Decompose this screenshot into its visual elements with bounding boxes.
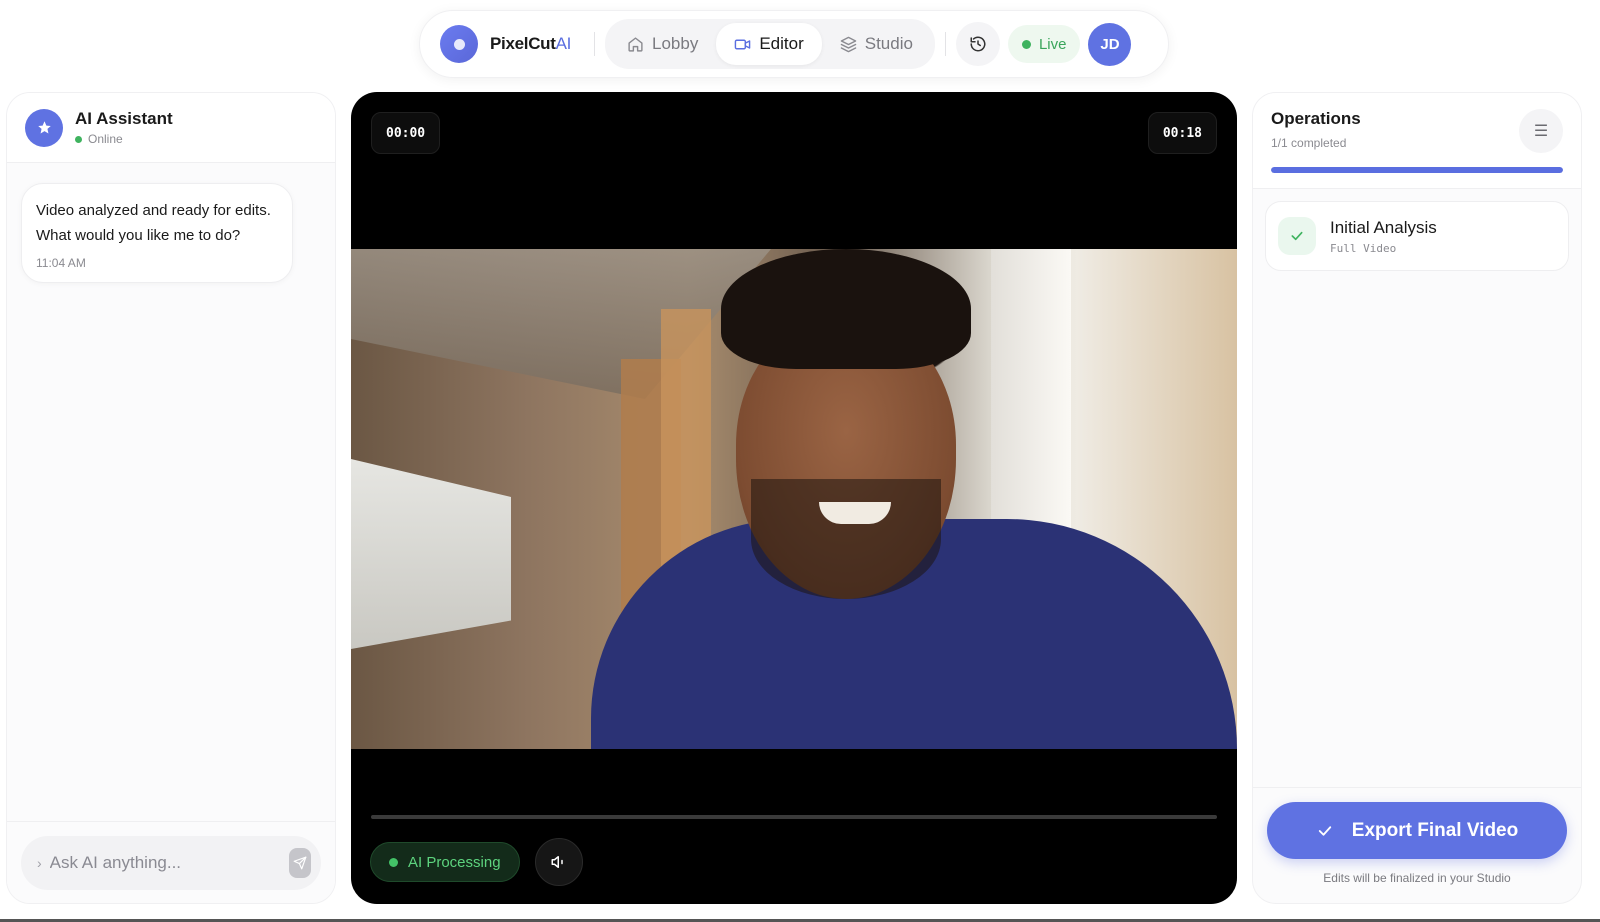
tab-studio[interactable]: Studio: [822, 23, 931, 65]
nav-divider: [594, 32, 595, 56]
playback-progress-bar[interactable]: [371, 815, 1217, 819]
send-icon: [293, 856, 307, 870]
tab-editor[interactable]: Editor: [716, 23, 822, 65]
check-icon: [1278, 217, 1316, 255]
check-icon: [1318, 825, 1331, 836]
operations-menu-button[interactable]: ☰: [1519, 109, 1563, 153]
brand-name: PixelCutAI: [490, 34, 572, 53]
live-dot-icon: [1021, 39, 1031, 49]
export-area: Export Final Video Edits will be finaliz…: [1253, 787, 1581, 903]
tab-lobby-label: Lobby: [652, 34, 699, 53]
assistant-status-label: Online: [88, 132, 123, 146]
operations-panel: Operations 1/1 completed ☰ Initial Analy…: [1252, 92, 1582, 904]
assistant-panel: AI Assistant Online Video analyzed and r…: [6, 92, 336, 904]
chat-input-box: ›: [21, 836, 321, 890]
chat-message: Video analyzed and ready for edits. What…: [21, 183, 293, 283]
video-scene-hair: [721, 249, 971, 369]
send-button[interactable]: [289, 848, 311, 878]
star-icon: [25, 108, 63, 147]
assistant-header: AI Assistant Online: [7, 93, 335, 163]
video-scene-beard: [751, 479, 941, 599]
history-icon: [970, 36, 986, 52]
chat-input[interactable]: [49, 853, 281, 873]
ai-processing-label: AI Processing: [408, 853, 501, 871]
video-scene-mouth: [819, 502, 891, 524]
brand[interactable]: PixelCutAI: [430, 25, 584, 63]
ai-processing-badge: AI Processing: [370, 842, 520, 882]
menu-icon: ☰: [1533, 123, 1549, 140]
operations-progress-bar: [1271, 167, 1563, 173]
video-scene-whiteboard: [351, 459, 511, 649]
home-icon: [628, 36, 643, 52]
speaker-muted-icon: [551, 856, 563, 868]
mute-button[interactable]: [535, 838, 583, 886]
operation-item[interactable]: Initial Analysis Full Video: [1265, 201, 1569, 271]
processing-dot-icon: [389, 857, 398, 867]
history-button[interactable]: [955, 22, 1000, 66]
nav-divider: [944, 32, 946, 56]
export-label: Export Final Video: [1351, 819, 1519, 841]
video-player[interactable]: 00:00 00:18 AI Processing: [351, 92, 1237, 904]
export-note: Edits will be finalized in your Studio: [1323, 871, 1511, 885]
operation-scope: Full Video: [1330, 241, 1397, 255]
nav-tabs: Lobby Editor Studio: [605, 19, 935, 69]
video-camera-icon: [735, 39, 751, 49]
operations-header: Operations 1/1 completed ☰: [1253, 93, 1581, 189]
top-navigation: PixelCutAI Lobby Editor Studio Live JD: [419, 10, 1169, 78]
live-status-badge: Live: [1007, 25, 1081, 63]
brand-logo-icon: [440, 25, 478, 63]
current-time: 00:00: [371, 112, 441, 154]
user-avatar[interactable]: JD: [1088, 22, 1132, 66]
export-final-video-button[interactable]: Export Final Video: [1267, 802, 1567, 859]
online-dot-icon: [75, 135, 82, 143]
tab-lobby[interactable]: Lobby: [609, 23, 716, 65]
chevron-right-icon: ›: [37, 855, 42, 871]
chat-message-text: Video analyzed and ready for edits. What…: [36, 202, 271, 244]
live-label: Live: [1038, 35, 1067, 53]
tab-editor-label: Editor: [759, 34, 804, 53]
layers-icon: [840, 36, 857, 52]
duration-time: 00:18: [1147, 112, 1217, 154]
assistant-title: AI Assistant: [75, 109, 173, 128]
assistant-status: Online: [75, 132, 173, 146]
tab-studio-label: Studio: [864, 34, 913, 53]
chat-message-time: 11:04 AM: [36, 256, 86, 270]
operation-title: Initial Analysis: [1330, 217, 1437, 237]
chat-input-area: ›: [7, 821, 335, 903]
operations-progress-fill: [1271, 167, 1563, 173]
video-frame[interactable]: [351, 249, 1237, 749]
